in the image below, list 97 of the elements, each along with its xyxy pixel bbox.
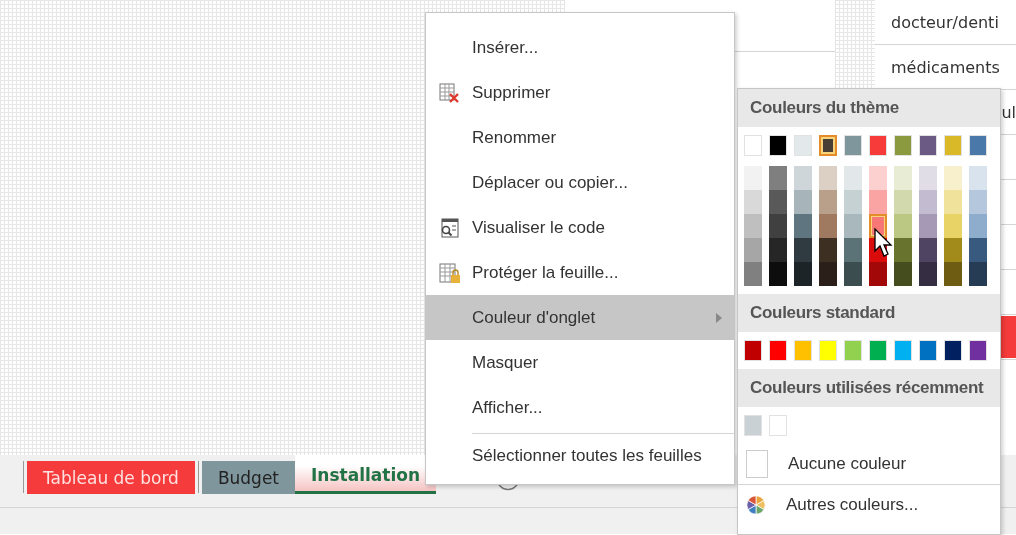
color-swatch[interactable] — [744, 262, 762, 286]
color-swatch[interactable] — [744, 135, 762, 156]
color-swatch[interactable] — [969, 135, 987, 156]
color-swatch[interactable] — [969, 214, 987, 238]
color-swatch[interactable] — [869, 190, 887, 214]
menu-item[interactable]: Renommer — [426, 115, 734, 160]
color-swatch[interactable] — [819, 340, 837, 361]
section-heading: Couleurs du thème — [738, 89, 1000, 127]
menu-item[interactable]: Aucune couleur — [788, 454, 907, 474]
menu-item[interactable]: Autres couleurs... — [786, 495, 919, 515]
color-swatch[interactable] — [894, 214, 912, 238]
color-swatch[interactable] — [869, 340, 887, 361]
color-swatch[interactable] — [769, 166, 787, 190]
color-swatch[interactable] — [819, 214, 837, 238]
color-swatch[interactable] — [944, 135, 962, 156]
section-heading: Couleurs utilisées récemment — [738, 369, 1000, 407]
color-swatch[interactable] — [894, 190, 912, 214]
color-swatch[interactable] — [744, 166, 762, 190]
color-swatch[interactable] — [944, 166, 962, 190]
color-swatch[interactable] — [794, 238, 812, 262]
color-swatch[interactable] — [744, 190, 762, 214]
cell-text: médicaments — [890, 57, 1000, 77]
color-swatch[interactable] — [894, 262, 912, 286]
color-swatch[interactable] — [894, 238, 912, 262]
color-swatch[interactable] — [944, 190, 962, 214]
color-swatch[interactable] — [794, 135, 812, 156]
color-swatch[interactable] — [819, 135, 837, 156]
color-swatch[interactable] — [969, 262, 987, 286]
section-heading: Couleurs standard — [738, 294, 1000, 332]
color-swatch[interactable] — [794, 214, 812, 238]
color-swatch[interactable] — [819, 238, 837, 262]
color-swatch[interactable] — [894, 135, 912, 156]
color-swatch[interactable] — [844, 262, 862, 286]
color-swatch[interactable] — [744, 340, 762, 361]
color-swatch[interactable] — [869, 166, 887, 190]
menu-item[interactable]: Protéger la feuille... — [426, 250, 734, 295]
color-swatch[interactable] — [744, 214, 762, 238]
color-swatch[interactable] — [944, 214, 962, 238]
menu-item[interactable]: Afficher... — [426, 385, 734, 430]
color-swatch[interactable] — [944, 340, 962, 361]
lock-sheet-icon — [438, 261, 460, 284]
color-swatch[interactable] — [744, 415, 762, 436]
menu-item[interactable]: Supprimer — [426, 70, 734, 115]
color-swatch[interactable] — [844, 135, 862, 156]
color-swatch[interactable] — [794, 262, 812, 286]
color-swatch[interactable] — [769, 415, 787, 436]
color-swatch[interactable] — [919, 190, 937, 214]
color-swatch[interactable] — [919, 238, 937, 262]
cell-text: ul — [1001, 102, 1016, 122]
color-swatch[interactable] — [894, 340, 912, 361]
color-swatch[interactable] — [769, 238, 787, 262]
color-wheel-icon — [746, 494, 766, 516]
color-swatch[interactable] — [969, 238, 987, 262]
color-swatch[interactable] — [794, 340, 812, 361]
color-swatch[interactable] — [869, 214, 887, 238]
color-swatch[interactable] — [769, 214, 787, 238]
sheet-tab[interactable]: Budget — [201, 461, 296, 494]
color-swatch[interactable] — [919, 214, 937, 238]
color-swatch[interactable] — [919, 135, 937, 156]
submenu-arrow-icon — [716, 312, 722, 323]
color-swatch[interactable] — [869, 135, 887, 156]
color-swatch[interactable] — [969, 340, 987, 361]
color-swatch[interactable] — [819, 262, 837, 286]
cell-text: docteur/denti — [890, 12, 999, 32]
color-swatch[interactable] — [894, 166, 912, 190]
color-swatch[interactable] — [794, 166, 812, 190]
color-swatch[interactable] — [744, 238, 762, 262]
color-swatch[interactable] — [844, 166, 862, 190]
delete-sheet-icon — [438, 81, 460, 104]
color-swatch[interactable] — [944, 262, 962, 286]
color-swatch[interactable] — [769, 262, 787, 286]
color-swatch[interactable] — [919, 340, 937, 361]
color-swatch[interactable] — [819, 166, 837, 190]
code-view-icon — [438, 216, 460, 239]
color-swatch[interactable] — [919, 166, 937, 190]
color-swatch[interactable] — [794, 190, 812, 214]
color-swatch[interactable] — [769, 340, 787, 361]
sheet-tab[interactable]: Installation — [295, 455, 437, 494]
color-swatch[interactable] — [919, 262, 937, 286]
color-swatch[interactable] — [844, 340, 862, 361]
color-swatch[interactable] — [844, 190, 862, 214]
color-swatch[interactable] — [969, 166, 987, 190]
color-swatch[interactable] — [844, 238, 862, 262]
color-swatch[interactable] — [869, 262, 887, 286]
pointer-icon — [874, 228, 894, 258]
color-swatch[interactable] — [969, 190, 987, 214]
color-swatch[interactable] — [769, 190, 787, 214]
color-swatch[interactable] — [769, 135, 787, 156]
color-swatch[interactable] — [944, 238, 962, 262]
color-swatch[interactable] — [844, 214, 862, 238]
empty-swatch-icon — [746, 450, 768, 478]
color-swatch[interactable] — [819, 190, 837, 214]
menu-item[interactable]: Couleur d'onglet — [426, 295, 734, 340]
menu-item[interactable]: Masquer — [426, 340, 734, 385]
menu-item[interactable]: Insérer... — [426, 25, 734, 70]
menu-item[interactable]: Visualiser le code — [426, 205, 734, 250]
menu-item[interactable]: Déplacer ou copier... — [426, 160, 734, 205]
